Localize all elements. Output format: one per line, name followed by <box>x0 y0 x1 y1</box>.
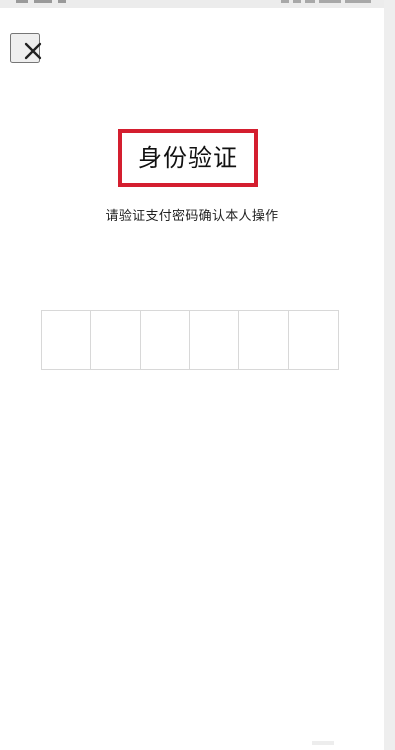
close-button[interactable] <box>10 33 42 63</box>
bottom-decoration <box>312 741 334 745</box>
pin-digit-5[interactable] <box>239 311 289 369</box>
alarm-icon <box>305 0 315 3</box>
pin-digit-4[interactable] <box>190 311 240 369</box>
status-bar-right <box>253 0 371 4</box>
wifi-icon <box>293 0 301 3</box>
close-icon <box>24 42 42 60</box>
status-bar-left <box>16 0 74 4</box>
pin-digit-1[interactable] <box>42 311 92 369</box>
page-title: 身份验证 <box>138 144 238 172</box>
pin-digit-3[interactable] <box>141 311 190 369</box>
pin-digit-2[interactable] <box>91 311 141 369</box>
right-edge-rail <box>384 0 395 750</box>
signal-icon <box>16 0 28 3</box>
status-bar <box>0 0 395 8</box>
carrier-icon <box>34 0 52 3</box>
title-highlight-box: 身份验证 <box>118 129 258 187</box>
battery-saver-icon <box>281 0 289 3</box>
payment-password-input[interactable] <box>41 310 339 370</box>
verification-instruction: 请验证支付密码确认本人操作 <box>105 209 279 224</box>
status-icon <box>58 0 66 3</box>
time-icon <box>345 0 371 3</box>
identity-verification-screen: 身份验证 请验证支付密码确认本人操作 <box>0 0 395 750</box>
pin-digit-6[interactable] <box>289 311 338 369</box>
battery-icon <box>319 0 341 3</box>
